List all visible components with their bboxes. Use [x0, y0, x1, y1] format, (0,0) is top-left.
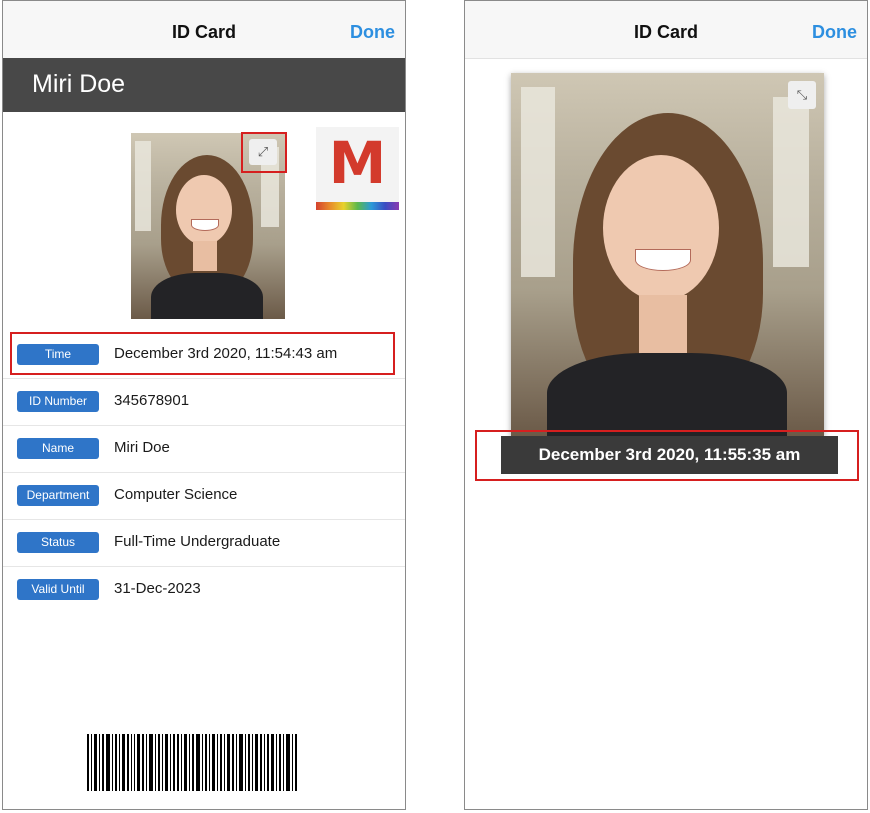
- right-screen: ID Card Done ⤡ December 3rd 2020, 11:55:…: [464, 0, 868, 810]
- field-value: Full-Time Undergraduate: [114, 533, 281, 550]
- holder-name: Miri Doe: [32, 70, 126, 98]
- field-value: Miri Doe: [114, 439, 170, 456]
- collapse-arrows-icon: ⤡: [796, 87, 808, 102]
- field-row-status: Status Full-Time Undergraduate: [3, 519, 405, 567]
- field-label: ID Number: [17, 391, 99, 412]
- field-label: Status: [17, 532, 99, 553]
- expand-photo-button[interactable]: ⤢: [249, 139, 277, 165]
- field-value: 345678901: [114, 392, 190, 409]
- field-row-valid-until: Valid Until 31-Dec-2023: [3, 566, 405, 613]
- field-row-id-number: ID Number 345678901: [3, 378, 405, 426]
- name-banner: Miri Doe: [3, 58, 405, 112]
- field-label: Department: [17, 485, 99, 506]
- nav-bar: ID Card Done: [3, 1, 405, 59]
- expand-arrows-icon: ⤢: [257, 144, 269, 159]
- collapse-photo-button[interactable]: ⤡: [788, 81, 816, 109]
- field-row-department: Department Computer Science: [3, 472, 405, 520]
- field-label: Time: [17, 344, 99, 365]
- field-label: Name: [17, 438, 99, 459]
- nav-title: ID Card: [633, 22, 698, 42]
- field-row-name: Name Miri Doe: [3, 425, 405, 473]
- barcode: [87, 734, 333, 791]
- field-label: Valid Until: [17, 579, 99, 600]
- field-row-time: Time December 3rd 2020, 11:54:43 am: [3, 331, 405, 379]
- done-button[interactable]: Done: [350, 22, 395, 43]
- field-value: December 3rd 2020, 11:54:43 am: [114, 345, 338, 362]
- time-caption: December 3rd 2020, 11:55:35 am: [501, 436, 838, 474]
- field-value: Computer Science: [114, 486, 238, 503]
- id-photo: ⤢: [131, 133, 285, 319]
- enlarged-id-photo: ⤡: [511, 73, 824, 436]
- logo-rainbow-stripe: [316, 202, 399, 210]
- field-value: 31-Dec-2023: [114, 580, 201, 597]
- logo-letter: M: [328, 129, 387, 197]
- university-logo: M: [316, 127, 399, 210]
- nav-title: ID Card: [171, 22, 236, 42]
- nav-bar: ID Card Done: [465, 1, 867, 59]
- left-screen: ID Card Done Miri Doe ⤢ M Time December …: [2, 0, 406, 810]
- done-button[interactable]: Done: [812, 22, 857, 43]
